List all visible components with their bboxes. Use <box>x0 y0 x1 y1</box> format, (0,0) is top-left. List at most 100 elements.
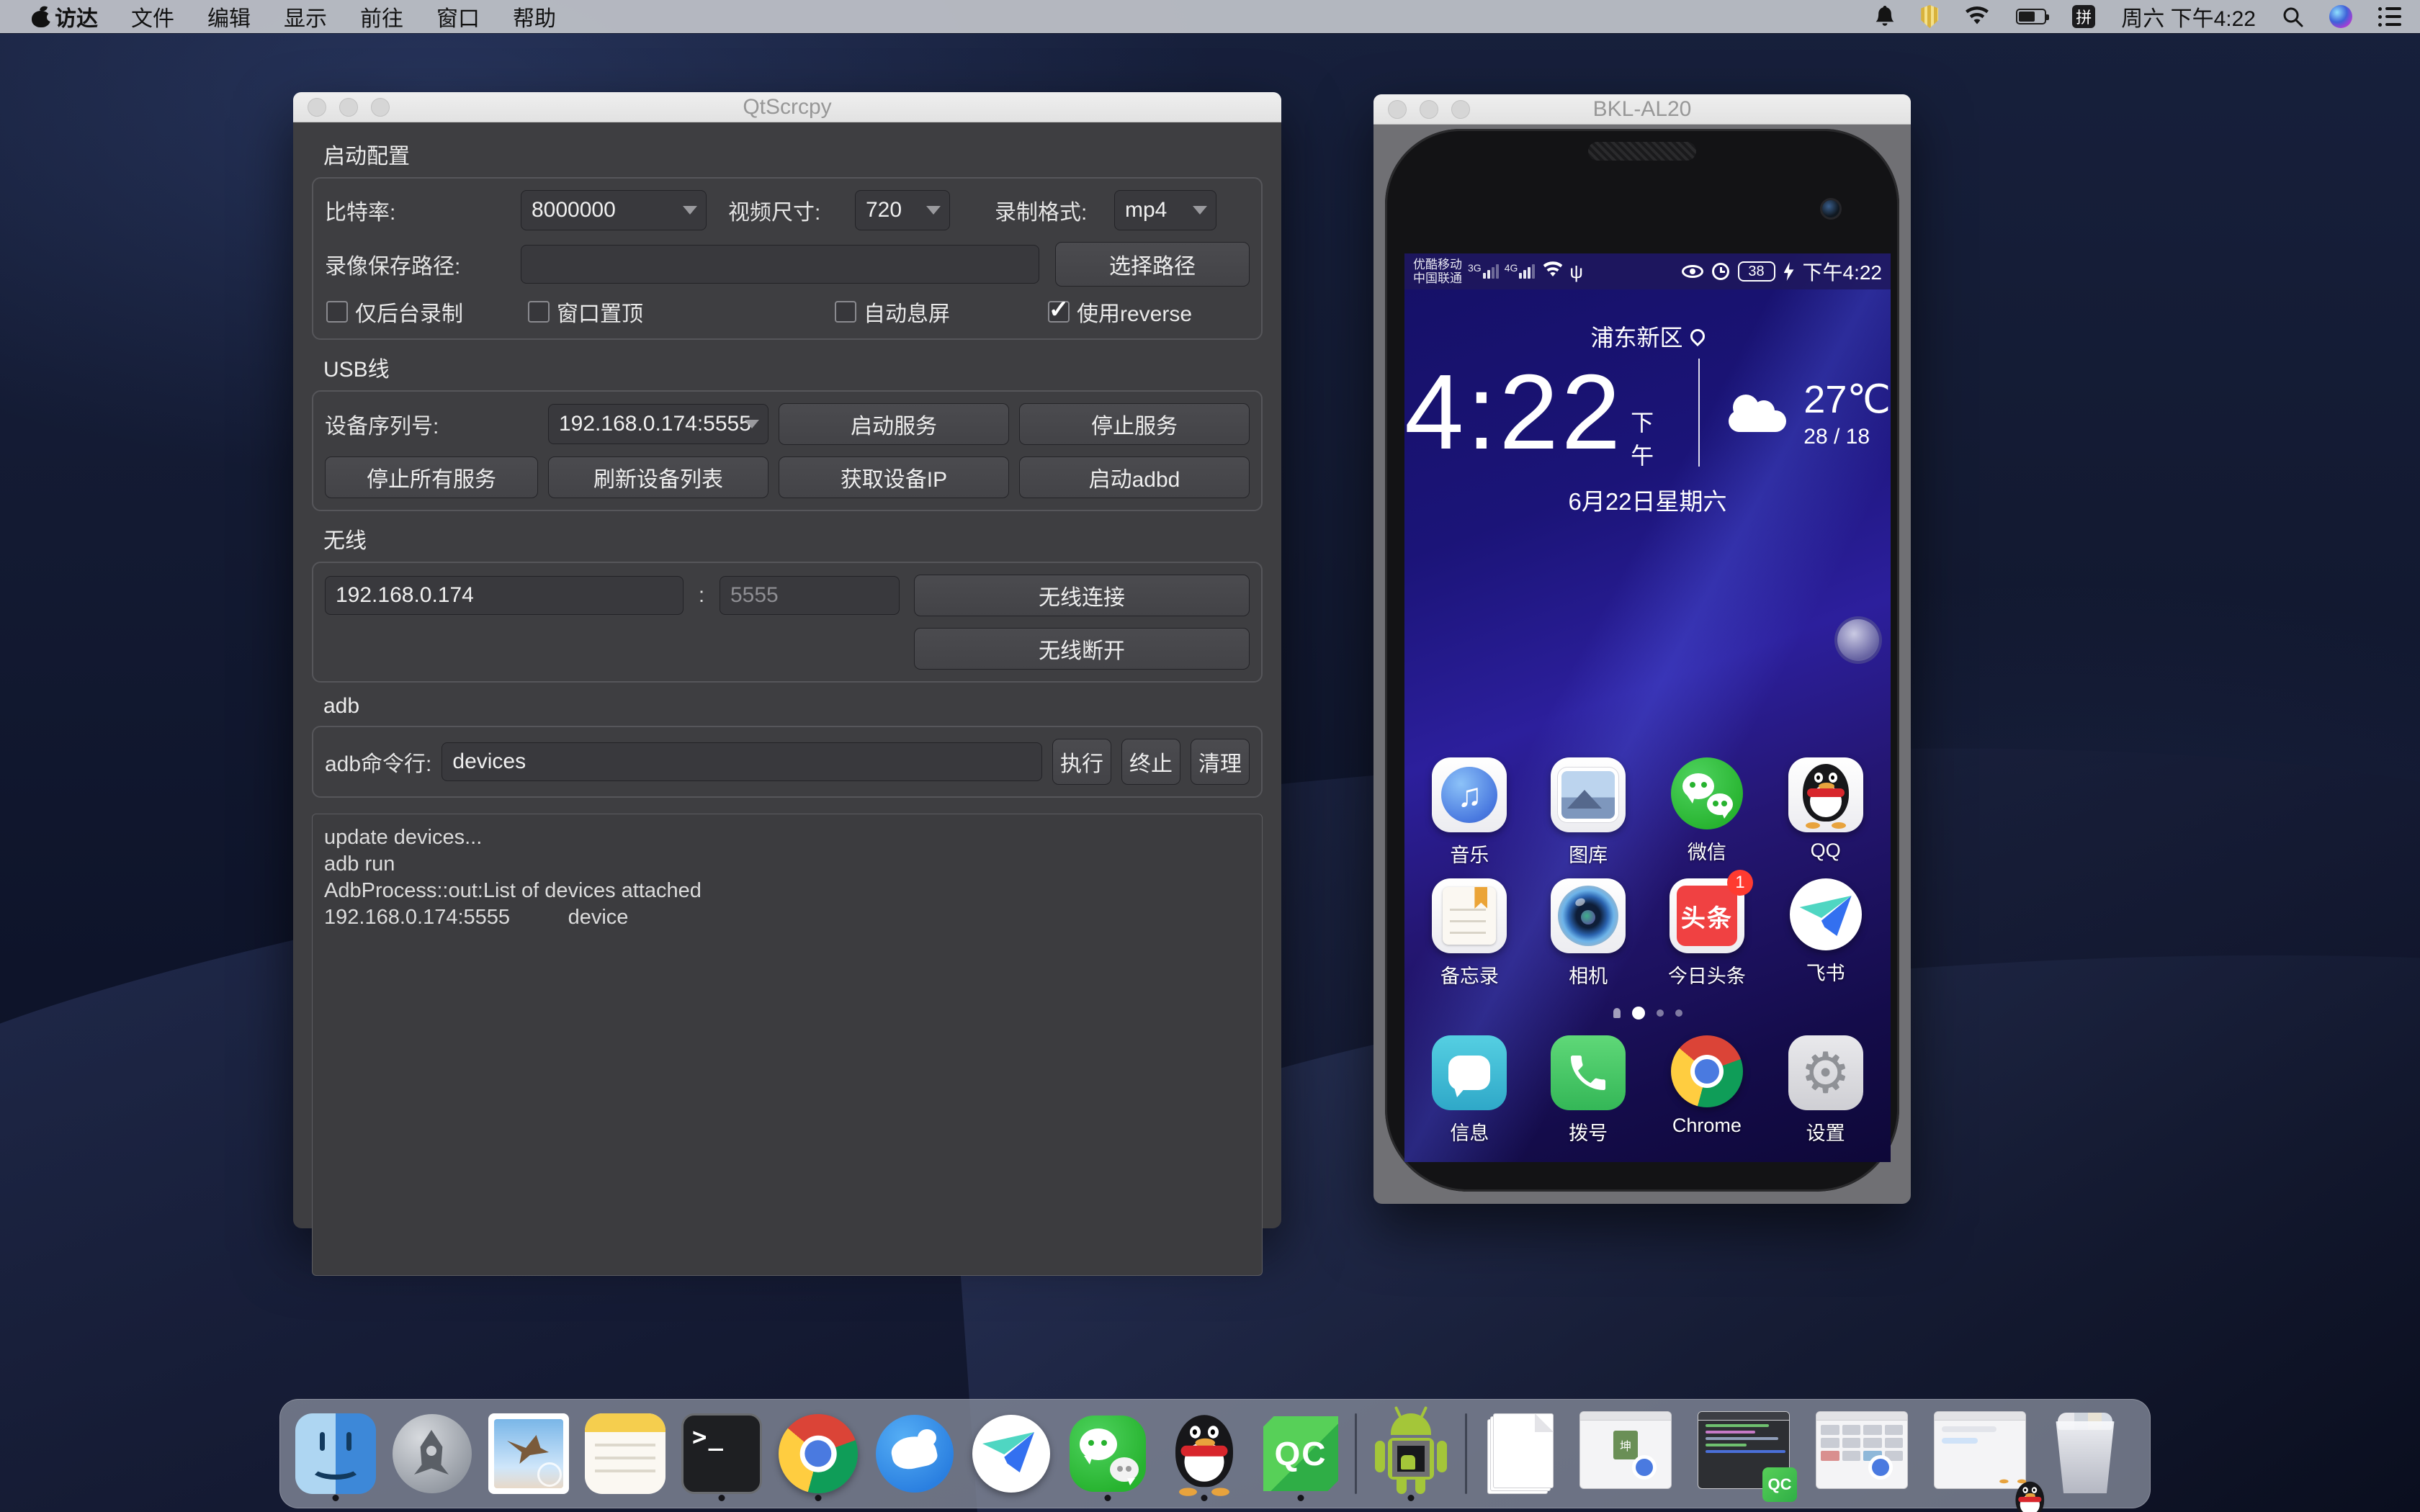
minimized-qq-window[interactable] <box>1930 1411 2036 1500</box>
app-notes[interactable]: 备忘录 <box>1415 878 1523 989</box>
menu-view[interactable]: 显示 <box>284 1 327 32</box>
notes-icon <box>1443 887 1496 945</box>
dock-qtcreator[interactable]: QC <box>1258 1406 1343 1501</box>
close-button[interactable] <box>308 98 326 117</box>
dock-scrcpy[interactable] <box>1368 1406 1453 1501</box>
get-device-ip-button[interactable]: 获取设备IP <box>779 456 1009 498</box>
search-icon[interactable] <box>2282 6 2303 27</box>
refresh-device-list-button[interactable]: 刷新设备列表 <box>548 456 768 498</box>
phone-handset-icon <box>1566 1050 1610 1095</box>
stop-all-services-button[interactable]: 停止所有服务 <box>325 456 538 498</box>
dock-documents-stack[interactable] <box>1479 1406 1564 1501</box>
zoom-button[interactable] <box>1451 100 1470 119</box>
choose-path-button[interactable]: 选择路径 <box>1055 242 1250 287</box>
clock-weather-widget[interactable]: 浦东新区 4:22 下午 27℃ 28 / 18 6月22日星期六 <box>1404 320 1891 517</box>
checkbox-use-reverse[interactable]: ✓ 使用reverse <box>1048 300 1192 324</box>
wireless-group: : 无线连接 无线断开 <box>312 562 1263 683</box>
menu-file[interactable]: 文件 <box>131 1 174 32</box>
shield-utility-icon[interactable] <box>1921 5 1938 28</box>
app-music[interactable]: ♫ 音乐 <box>1415 757 1523 868</box>
qtscrcpy-titlebar[interactable]: QtScrcpy <box>293 92 1281 122</box>
terminate-button[interactable]: 终止 <box>1121 739 1180 785</box>
floating-assist-ball[interactable] <box>1837 619 1879 661</box>
adb-log-output[interactable]: update devices... adb run AdbProcess::ou… <box>312 814 1263 1276</box>
notification-bell-icon[interactable] <box>1875 5 1895 28</box>
menu-window[interactable]: 窗口 <box>436 1 480 32</box>
save-path-input[interactable] <box>521 245 1039 284</box>
wireless-disconnect-button[interactable]: 无线断开 <box>914 628 1250 670</box>
wireless-section-label: 无线 <box>312 523 1263 554</box>
minimized-qtcreator-window[interactable]: QC <box>1693 1411 1800 1500</box>
apple-menu-icon[interactable] <box>32 6 50 27</box>
app-messages[interactable]: 信息 <box>1415 1035 1523 1146</box>
adb-command-label: adb命令行: <box>325 746 431 778</box>
start-service-button[interactable]: 启动服务 <box>779 403 1009 445</box>
dock-terminal[interactable]: >_ <box>679 1406 764 1501</box>
app-toutiao[interactable]: 头条 1 今日头条 <box>1653 878 1761 989</box>
bitrate-combo[interactable]: 8000000 <box>521 190 707 230</box>
app-qq[interactable]: QQ <box>1772 757 1880 868</box>
device-serial-combo[interactable]: 192.168.0.174:5555 <box>548 404 768 444</box>
usb-section-label: USB线 <box>312 351 1263 383</box>
input-method-icon[interactable]: 拼 <box>2072 5 2095 28</box>
record-format-combo[interactable]: mp4 <box>1114 190 1216 230</box>
battery-icon[interactable] <box>2016 9 2046 24</box>
clear-button[interactable]: 清理 <box>1191 739 1250 785</box>
phone-front-camera <box>1820 198 1842 220</box>
menu-finder[interactable]: 访达 <box>55 1 98 32</box>
minimize-button[interactable] <box>339 98 358 117</box>
app-dialer[interactable]: 拨号 <box>1534 1035 1642 1146</box>
dock-notes[interactable] <box>583 1406 668 1501</box>
battery-percent: 38 <box>1738 261 1775 282</box>
notification-center-icon[interactable] <box>2378 7 2401 27</box>
wireless-port-input[interactable] <box>720 576 900 615</box>
dock-qq[interactable] <box>1162 1406 1247 1501</box>
location-pin-icon <box>1687 326 1707 346</box>
dock-seal-app[interactable] <box>872 1406 957 1501</box>
dock-feishu[interactable] <box>969 1406 1054 1501</box>
minimized-chrome-window-2[interactable] <box>1811 1411 1918 1500</box>
execute-button[interactable]: 执行 <box>1052 739 1111 785</box>
app-wechat[interactable]: 微信 <box>1653 757 1761 868</box>
dock-chrome[interactable] <box>776 1406 861 1501</box>
config-group: 比特率: 8000000 视频尺寸: 720 录制格式: mp4 录像保存路径: <box>312 177 1263 340</box>
menu-edit[interactable]: 编辑 <box>207 1 251 32</box>
minimized-chrome-window-1[interactable]: 坤 <box>1575 1411 1682 1500</box>
wifi-icon[interactable] <box>1964 6 1990 27</box>
charging-bolt-icon <box>1784 262 1794 281</box>
dock-wechat[interactable] <box>1065 1406 1150 1501</box>
menu-go[interactable]: 前往 <box>360 1 403 32</box>
app-feishu[interactable]: 飞书 <box>1772 878 1880 989</box>
save-path-label: 录像保存路径: <box>325 248 521 280</box>
qtcreator-icon: QC <box>1263 1416 1338 1491</box>
app-settings[interactable]: ⚙ 设置 <box>1772 1035 1880 1146</box>
dock-launchpad[interactable] <box>390 1406 475 1501</box>
zoom-button[interactable] <box>371 98 390 117</box>
checkbox-window-on-top[interactable]: ✓ 窗口置顶 <box>528 300 643 324</box>
menu-bar-clock[interactable]: 周六 下午4:22 <box>2121 1 2256 32</box>
wireless-connect-button[interactable]: 无线连接 <box>914 575 1250 616</box>
app-chrome[interactable]: Chrome <box>1653 1035 1761 1146</box>
checkbox-auto-screen-off[interactable]: ✓ 自动息屏 <box>835 300 950 324</box>
minimize-button[interactable] <box>1420 100 1438 119</box>
adb-command-input[interactable] <box>442 742 1042 781</box>
stop-service-button[interactable]: 停止服务 <box>1019 403 1250 445</box>
phone-window-titlebar[interactable]: BKL-AL20 <box>1373 94 1911 125</box>
dock-trash[interactable] <box>2048 1411 2123 1496</box>
app-camera[interactable]: 相机 <box>1534 878 1642 989</box>
app-gallery[interactable]: 图库 <box>1534 757 1642 868</box>
phone-screen[interactable]: 优酷移动 中国联通 3G 4G ψ <box>1404 253 1891 1162</box>
menu-help[interactable]: 帮助 <box>513 1 556 32</box>
config-section-label: 启动配置 <box>312 138 1263 170</box>
camera-icon <box>1558 886 1618 946</box>
chevron-down-icon <box>926 206 941 215</box>
dock-finder[interactable] <box>293 1406 378 1501</box>
gallery-icon <box>1561 771 1615 819</box>
dock-mail[interactable] <box>486 1406 571 1501</box>
wireless-ip-input[interactable] <box>325 576 684 615</box>
checkbox-background-record[interactable]: ✓ 仅后台录制 <box>326 300 463 324</box>
video-size-combo[interactable]: 720 <box>855 190 950 230</box>
start-adbd-button[interactable]: 启动adbd <box>1019 456 1250 498</box>
close-button[interactable] <box>1388 100 1407 119</box>
siri-icon[interactable] <box>2329 5 2352 28</box>
